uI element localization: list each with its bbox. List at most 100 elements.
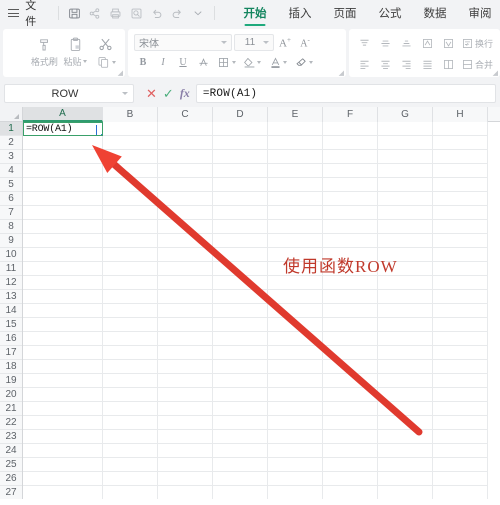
cell-C7[interactable] [158, 206, 213, 220]
cell-D8[interactable] [213, 220, 268, 234]
cell-H15[interactable] [433, 318, 488, 332]
cell-C14[interactable] [158, 304, 213, 318]
share-icon[interactable] [85, 4, 104, 22]
row-header-18[interactable]: 18 [0, 360, 22, 374]
cell-E3[interactable] [268, 150, 323, 164]
cell-C15[interactable] [158, 318, 213, 332]
cell-G6[interactable] [378, 192, 433, 206]
cell-H26[interactable] [433, 472, 488, 486]
cell-E8[interactable] [268, 220, 323, 234]
column-header-f[interactable]: F [323, 107, 378, 122]
cell-C18[interactable] [158, 360, 213, 374]
cell-A27[interactable] [23, 486, 103, 499]
cell-C11[interactable] [158, 262, 213, 276]
cell-B27[interactable] [103, 486, 158, 499]
column-header-g[interactable]: G [378, 107, 433, 122]
cell-E21[interactable] [268, 402, 323, 416]
cell-B24[interactable] [103, 444, 158, 458]
cell-B20[interactable] [103, 388, 158, 402]
cell-C23[interactable] [158, 430, 213, 444]
format-painter-button[interactable]: 格式刷 [29, 31, 60, 68]
row-header-4[interactable]: 4 [0, 164, 22, 178]
cell-A3[interactable] [23, 150, 103, 164]
cell-E25[interactable] [268, 458, 323, 472]
grid-cells[interactable]: =ROW(A1) [23, 122, 500, 499]
cell-D1[interactable] [213, 122, 268, 136]
clipboard-group-expander[interactable]: ◢ [118, 69, 123, 77]
cell-D11[interactable] [213, 262, 268, 276]
row-header-13[interactable]: 13 [0, 290, 22, 304]
cell-C1[interactable] [158, 122, 213, 136]
bold-button[interactable]: B [134, 54, 152, 71]
cell-H8[interactable] [433, 220, 488, 234]
cell-H9[interactable] [433, 234, 488, 248]
cell-A24[interactable] [23, 444, 103, 458]
cell-D12[interactable] [213, 276, 268, 290]
cell-G14[interactable] [378, 304, 433, 318]
row-header-15[interactable]: 15 [0, 318, 22, 332]
cell-B8[interactable] [103, 220, 158, 234]
cell-H12[interactable] [433, 276, 488, 290]
cell-G3[interactable] [378, 150, 433, 164]
cell-D5[interactable] [213, 178, 268, 192]
hamburger-menu-icon[interactable] [7, 7, 20, 19]
cell-G17[interactable] [378, 346, 433, 360]
cell-B3[interactable] [103, 150, 158, 164]
cell-B9[interactable] [103, 234, 158, 248]
row-header-23[interactable]: 23 [0, 430, 22, 444]
cell-F5[interactable] [323, 178, 378, 192]
cell-H1[interactable] [433, 122, 488, 136]
cell-C6[interactable] [158, 192, 213, 206]
row-header-22[interactable]: 22 [0, 416, 22, 430]
row-header-8[interactable]: 8 [0, 220, 22, 234]
cell-B23[interactable] [103, 430, 158, 444]
cell-E23[interactable] [268, 430, 323, 444]
cell-F13[interactable] [323, 290, 378, 304]
row-header-7[interactable]: 7 [0, 206, 22, 220]
chevron-down-icon-clear[interactable] [309, 61, 313, 64]
cell-E7[interactable] [268, 206, 323, 220]
cell-F16[interactable] [323, 332, 378, 346]
row-header-11[interactable]: 11 [0, 262, 22, 276]
font-size-select[interactable]: 11 [234, 34, 274, 51]
cell-A22[interactable] [23, 416, 103, 430]
cell-E20[interactable] [268, 388, 323, 402]
cell-G24[interactable] [378, 444, 433, 458]
cell-D13[interactable] [213, 290, 268, 304]
cell-B10[interactable] [103, 248, 158, 262]
cell-A6[interactable] [23, 192, 103, 206]
cell-B26[interactable] [103, 472, 158, 486]
cell-F8[interactable] [323, 220, 378, 234]
indent-button[interactable] [439, 56, 457, 73]
cell-C10[interactable] [158, 248, 213, 262]
cell-D19[interactable] [213, 374, 268, 388]
cell-C26[interactable] [158, 472, 213, 486]
cell-D9[interactable] [213, 234, 268, 248]
cell-A18[interactable] [23, 360, 103, 374]
tab-review[interactable]: 审阅 [458, 1, 500, 26]
chevron-down-icon-namebox[interactable] [122, 92, 128, 95]
rotate-text-cw-button[interactable] [439, 35, 457, 52]
spreadsheet-grid[interactable]: ABCDEFGH 1 2 3 4 5 6 7 8 9 10 11 12 13 14 15 16 17 18 19 20… [0, 107, 500, 499]
cell-H4[interactable] [433, 164, 488, 178]
cell-F14[interactable] [323, 304, 378, 318]
font-group-expander[interactable]: ◢ [339, 69, 344, 77]
tab-data[interactable]: 数据 [413, 1, 458, 26]
align-center-button[interactable] [376, 56, 394, 73]
cell-B16[interactable] [103, 332, 158, 346]
cell-A4[interactable] [23, 164, 103, 178]
cell-D27[interactable] [213, 486, 268, 499]
cell-H17[interactable] [433, 346, 488, 360]
cell-G22[interactable] [378, 416, 433, 430]
column-header-d[interactable]: D [213, 107, 268, 122]
row-header-10[interactable]: 10 [0, 248, 22, 262]
cell-A12[interactable] [23, 276, 103, 290]
cell-E6[interactable] [268, 192, 323, 206]
font-color-button[interactable] [266, 54, 290, 71]
cell-H27[interactable] [433, 486, 488, 499]
tab-insert[interactable]: 插入 [278, 1, 323, 26]
cell-B18[interactable] [103, 360, 158, 374]
row-header-16[interactable]: 16 [0, 332, 22, 346]
print-preview-icon[interactable] [127, 4, 146, 22]
cell-E14[interactable] [268, 304, 323, 318]
